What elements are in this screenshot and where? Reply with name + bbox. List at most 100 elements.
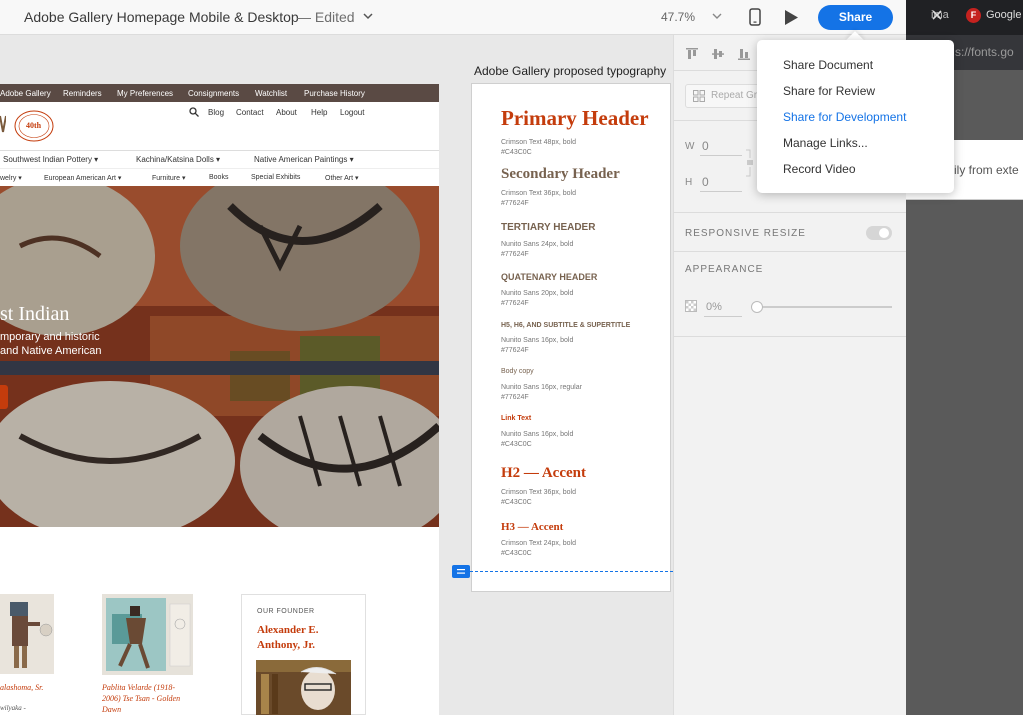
founder-name-line1: Alexander E. (257, 624, 319, 636)
product-image-painting[interactable] (102, 594, 193, 675)
util-link-logout[interactable]: Logout (340, 108, 364, 117)
appearance-label: APPEARANCE (685, 264, 764, 275)
spec-secondary-header: Secondary Header (501, 166, 620, 182)
panel-divider (673, 251, 906, 252)
spec-link-text-font: Nunito Sans 16px, bold (501, 431, 574, 438)
ruler-guide-line[interactable] (470, 571, 673, 572)
spec-h5-h6-subtitle-font: Nunito Sans 16px, bold (501, 337, 574, 344)
height-label: H (685, 177, 693, 188)
spec-tertiary-header: TERTIARY HEADER (501, 222, 596, 233)
catnav-books[interactable]: Books (209, 174, 228, 181)
spec-primary-header-color: #C43C0C (501, 149, 532, 156)
google-favicon-icon: F (966, 8, 981, 23)
product-image-kachina[interactable] (0, 594, 54, 674)
menu-item-manage-links[interactable]: Manage Links... (783, 136, 868, 150)
spec-tertiary-header-color: #77624F (501, 251, 529, 258)
founder-name[interactable]: Alexander E. Anthony, Jr. (257, 623, 357, 653)
hero-cta-button[interactable] (0, 385, 8, 409)
spec-h3-accent-font: Crimson Text 24px, bold (501, 540, 576, 547)
spec-h2-accent: H2 — Accent (501, 465, 586, 481)
typography-artboard-label[interactable]: Adobe Gallery proposed typography (474, 64, 666, 78)
spec-h3-accent: H3 — Accent (501, 521, 564, 533)
menu-item-share-for-development[interactable]: Share for Development (783, 110, 906, 124)
browser-tab-google[interactable]: Google (986, 9, 1021, 21)
browser-page-text: ily from exte (954, 163, 1019, 177)
product2-caption-line3[interactable]: Dawn (102, 704, 121, 715)
share-button[interactable]: Share (818, 5, 893, 30)
spec-h2-accent-color: #C43C0C (501, 499, 532, 506)
repeat-grid-label: Repeat Gr (711, 90, 758, 101)
spec-secondary-header-color: #77624F (501, 200, 529, 207)
catnav-european-american-art[interactable]: European American Art ▾ (44, 174, 121, 182)
catnav-special-exhibits[interactable]: Special Exhibits (251, 174, 300, 181)
hero-subtitle-line2: and Native American (0, 345, 102, 357)
spec-body-copy-font: Nunito Sans 16px, regular (501, 384, 582, 391)
util-link-help[interactable]: Help (311, 108, 327, 117)
catnav-other-art[interactable]: Other Art ▾ (325, 174, 358, 182)
util-link-blog[interactable]: Blog (208, 108, 224, 117)
product1-caption[interactable]: alashoma, Sr. (0, 682, 43, 693)
height-input[interactable]: 0 (702, 175, 709, 189)
zoom-chevron-down-icon[interactable] (711, 10, 723, 22)
document-title[interactable]: Adobe Gallery Homepage Mobile & Desktop (24, 9, 299, 25)
mobile-device-icon[interactable] (748, 8, 762, 26)
topnav-reminders[interactable]: Reminders (63, 89, 102, 98)
lock-icon[interactable] (744, 148, 756, 178)
opacity-checker-icon (685, 300, 697, 312)
spec-h2-accent-font: Crimson Text 36px, bold (501, 489, 576, 496)
spec-body-copy: Body copy (501, 368, 534, 375)
menu-item-share-document[interactable]: Share Document (783, 58, 873, 72)
product2-caption-line2[interactable]: 2006) Tse Tsan - Golden (102, 693, 180, 704)
search-icon[interactable] (189, 107, 199, 117)
topnav-watchlist[interactable]: Watchlist (255, 89, 287, 98)
spec-body-copy-color: #77624F (501, 394, 529, 401)
seal-text: 40th (26, 121, 42, 130)
browser-url[interactable]: s://fonts.go (955, 45, 1014, 59)
opacity-slider-thumb[interactable] (751, 301, 763, 313)
util-link-contact[interactable]: Contact (236, 108, 264, 117)
panel-divider (673, 212, 906, 213)
chevron-down-icon[interactable] (362, 9, 374, 23)
site-divider (0, 150, 439, 151)
topnav-adobe-gallery[interactable]: Adobe Gallery (0, 89, 51, 98)
align-top-icon[interactable] (685, 47, 699, 61)
hero-title: st Indian (0, 303, 70, 325)
site-logo-partial (0, 115, 6, 133)
spec-h5-h6-subtitle-color: #77624F (501, 347, 529, 354)
repeat-grid-icon (693, 90, 705, 102)
opacity-input-underline (704, 316, 742, 317)
spec-link-text: Link Text (501, 415, 532, 422)
topnav-my-preferences[interactable]: My Preferences (117, 89, 173, 98)
spec-quatenary-header-color: #77624F (501, 300, 529, 307)
menu-item-record-video[interactable]: Record Video (783, 162, 856, 176)
founder-photo (256, 660, 351, 715)
catnav-kachina[interactable]: Kachina/Katsina Dolls ▾ (136, 155, 220, 164)
spec-quatenary-header: QUATENARY HEADER (501, 272, 598, 282)
responsive-resize-label: RESPONSIVE RESIZE (685, 228, 806, 239)
zoom-level[interactable]: 47.7% (661, 10, 695, 24)
topnav-purchase-history[interactable]: Purchase History (304, 89, 365, 98)
width-input-underline (700, 155, 742, 156)
play-icon[interactable] (783, 9, 799, 26)
menu-item-share-for-review[interactable]: Share for Review (783, 84, 875, 98)
catnav-paintings[interactable]: Native American Paintings ▾ (254, 155, 354, 164)
width-input[interactable]: 0 (702, 139, 709, 153)
spec-tertiary-header-font: Nunito Sans 24px, bold (501, 241, 574, 248)
site-divider (0, 168, 439, 169)
product2-caption-line1[interactable]: Pablita Velarde (1918- (102, 682, 175, 693)
spec-primary-header: Primary Header (501, 106, 649, 130)
opacity-input[interactable]: 0% (706, 301, 722, 313)
catnav-furniture[interactable]: Furniture ▾ (152, 174, 185, 182)
catnav-pottery[interactable]: Southwest Indian Pottery ▾ (3, 155, 98, 164)
catnav-jewelry[interactable]: welry ▾ (0, 174, 22, 182)
align-bottom-icon[interactable] (737, 47, 751, 61)
hero-subtitle-line1: mporary and historic (0, 331, 100, 343)
width-label: W (685, 141, 695, 152)
align-middle-icon[interactable] (711, 47, 725, 61)
spec-link-text-color: #C43C0C (501, 441, 532, 448)
close-icon[interactable] (930, 8, 944, 22)
opacity-slider-track[interactable] (757, 306, 892, 308)
guide-handle-icon[interactable] (452, 565, 470, 578)
util-link-about[interactable]: About (276, 108, 297, 117)
topnav-consignments[interactable]: Consignments (188, 89, 239, 98)
